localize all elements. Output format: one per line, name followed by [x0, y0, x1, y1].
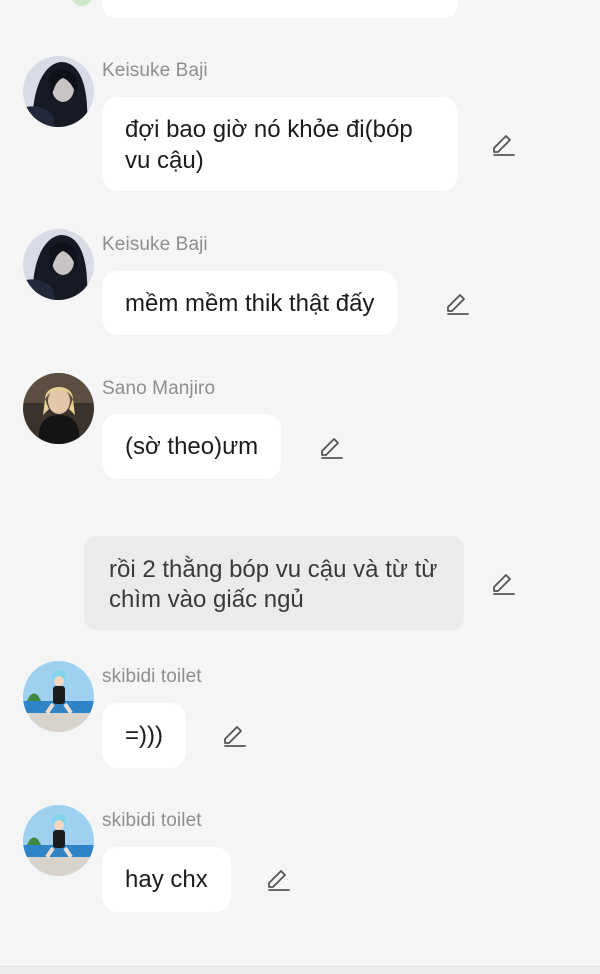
avatar-skibidi-toilet[interactable] [23, 661, 94, 732]
avatar-keisuke-baji[interactable] [23, 229, 94, 300]
message-bubble[interactable]: hay chx [102, 847, 231, 912]
author-name: Sano Manjiro [102, 378, 216, 399]
author-name: Keisuke Baji [102, 234, 208, 255]
author-name: skibidi toilet [102, 666, 202, 687]
author-name: skibidi toilet [102, 810, 202, 831]
message-bubble[interactable]: mềm mềm thik thật đấy [102, 271, 398, 335]
pencil-edit-icon[interactable] [265, 867, 291, 893]
message-bubble[interactable]: =))) [102, 703, 186, 768]
bottom-divider [0, 966, 600, 974]
pencil-edit-icon[interactable] [490, 571, 516, 597]
avatar-skibidi-toilet[interactable] [23, 805, 94, 876]
message-bubble[interactable]: đợi bao giờ nó khỏe đi(bóp vu cậu) [102, 97, 458, 191]
chat-screen: Keisuke Baji đợi bao giờ nó khỏe đi(bóp … [0, 0, 600, 974]
previous-message-bubble-partial [102, 0, 458, 18]
pencil-edit-icon[interactable] [444, 291, 470, 317]
previous-avatar-partial [72, 0, 92, 6]
avatar-keisuke-baji[interactable] [23, 56, 94, 127]
message-bubble[interactable]: (sờ theo)ưm [102, 414, 282, 479]
pencil-edit-icon[interactable] [490, 132, 516, 158]
avatar-sano-manjiro[interactable] [23, 373, 94, 444]
narration-bubble[interactable]: rồi 2 thằng bóp vu cậu và từ từ chìm vào… [84, 536, 464, 630]
pencil-edit-icon[interactable] [318, 435, 344, 461]
author-name: Keisuke Baji [102, 60, 208, 81]
pencil-edit-icon[interactable] [221, 723, 247, 749]
